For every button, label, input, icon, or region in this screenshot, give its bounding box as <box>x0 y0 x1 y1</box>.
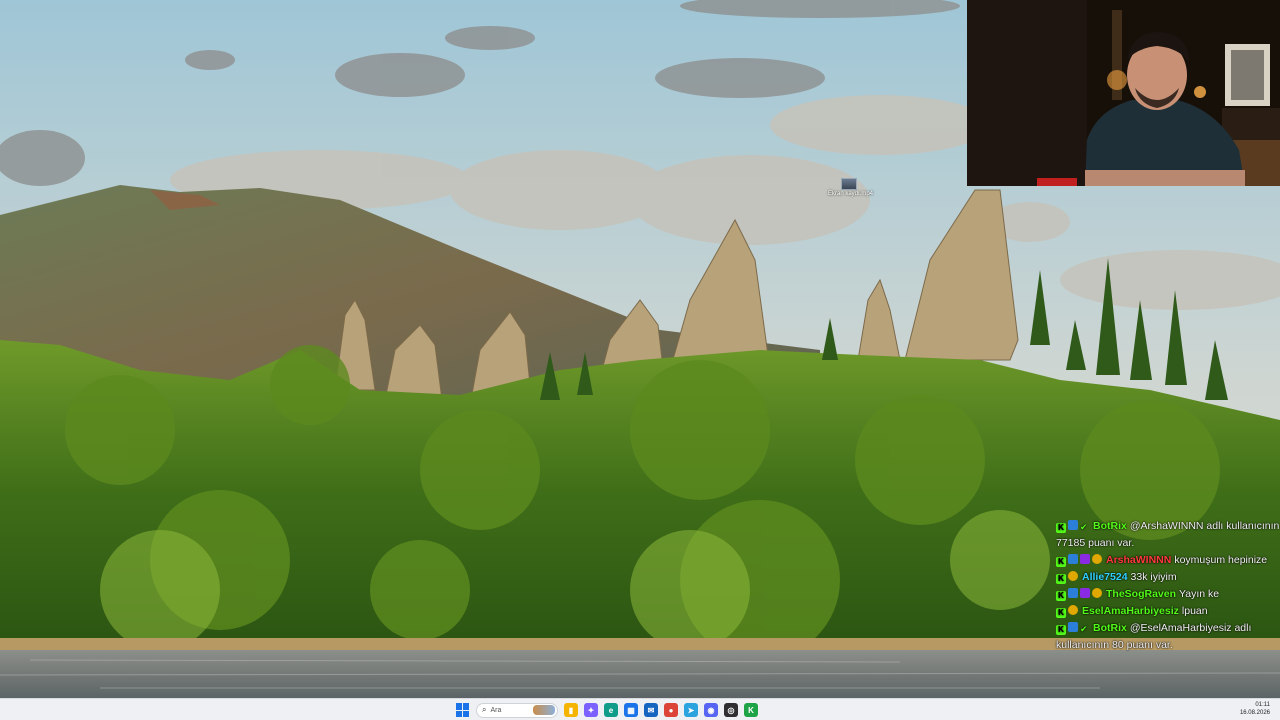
edge-icon[interactable]: e <box>604 703 618 717</box>
discord-icon[interactable]: ◉ <box>704 703 718 717</box>
chat-message-text: lpuan <box>1181 605 1208 617</box>
kick-badge-icon: K <box>1056 557 1066 567</box>
vip-badge-icon <box>1080 554 1090 564</box>
desktop-file-label: Ekran kaydı.mp4 <box>828 191 874 197</box>
chat-message-text: 33k iyiyim <box>1130 571 1177 583</box>
start-button[interactable] <box>456 703 470 717</box>
chat-message: K EselAmaHarbiyesiz lpuan <box>1050 603 1280 620</box>
subscriber-badge-icon <box>1092 588 1102 598</box>
chat-username[interactable]: BotRix <box>1093 520 1127 532</box>
chat-message-text: koymuşum hepinize <box>1174 554 1268 566</box>
kick-badge-icon: K <box>1056 591 1066 601</box>
chat-username[interactable]: ArshaWINNN <box>1106 554 1171 566</box>
desktop-file-icon[interactable]: Ekran kaydı.mp4 <box>828 178 874 197</box>
chat-message: K TheSogRaven Yayın ke <box>1050 586 1280 603</box>
chat-message: K ✔ BotRix @ArshaWINNN adlı kullanıcının 77… <box>1050 518 1280 552</box>
chat-username[interactable]: Allie7524 <box>1082 571 1128 583</box>
bot-badge-icon <box>1068 588 1078 598</box>
kick-badge-icon: K <box>1056 523 1066 533</box>
kick-app-icon[interactable]: K <box>744 703 758 717</box>
chat-username[interactable]: TheSogRaven <box>1106 588 1176 600</box>
store-icon[interactable]: ▦ <box>624 703 638 717</box>
subscriber-badge-icon <box>1068 571 1078 581</box>
chat-username[interactable]: BotRix <box>1093 622 1127 634</box>
system-clock[interactable]: 01:11 16.08.2026 <box>1240 701 1270 717</box>
chat-message: K ✔ BotRix @EselAmaHarbiyesiz adlı kullanıc… <box>1050 620 1280 654</box>
verified-badge-icon: ✔ <box>1080 522 1088 532</box>
taskbar-center: ⌕ Ara ▮ ✦ e ▦ ✉ ● ➤ ◉ ◎ K <box>456 702 758 718</box>
search-highlight-icon <box>533 705 555 715</box>
verified-badge-icon: ✔ <box>1080 624 1088 634</box>
file-explorer-icon[interactable]: ▮ <box>564 703 578 717</box>
chrome-icon[interactable]: ● <box>664 703 678 717</box>
bot-badge-icon <box>1068 622 1078 632</box>
copilot-icon[interactable]: ✦ <box>584 703 598 717</box>
chat-message-text: @ArshaWINNN adlı kullanıcının 77185 puan… <box>1056 520 1280 549</box>
clock-time: 01:11 <box>1255 702 1270 708</box>
chat-message: K ArshaWINNN koymuşum hepinize <box>1050 552 1280 569</box>
bot-badge-icon <box>1068 520 1078 530</box>
chat-message: K Allie7524 33k iyiyim <box>1050 569 1280 586</box>
stream-chat-overlay: K ✔ BotRix @ArshaWINNN adlı kullanıcının 77… <box>1050 518 1280 698</box>
kick-badge-icon: K <box>1056 574 1066 584</box>
subscriber-badge-icon <box>1068 605 1078 615</box>
clock-date: 16.08.2026 <box>1239 710 1270 716</box>
telegram-icon[interactable]: ➤ <box>684 703 698 717</box>
streamer-webcam-feed <box>967 0 1280 186</box>
search-placeholder: Ara <box>490 706 502 714</box>
subscriber-badge-icon <box>1092 554 1102 564</box>
chat-message-text: Yayın ke <box>1179 588 1220 600</box>
search-icon: ⌕ <box>482 705 487 714</box>
screen-recording-icon <box>841 178 857 190</box>
chat-username[interactable]: EselAmaHarbiyesiz <box>1082 605 1179 617</box>
bot-badge-icon <box>1068 554 1078 564</box>
mail-icon[interactable]: ✉ <box>644 703 658 717</box>
kick-badge-icon: K <box>1056 625 1066 635</box>
pinned-apps: ▮ ✦ e ▦ ✉ ● ➤ ◉ ◎ K <box>564 703 758 717</box>
obs-icon[interactable]: ◎ <box>724 703 738 717</box>
kick-badge-icon: K <box>1056 608 1066 618</box>
vip-badge-icon <box>1080 588 1090 598</box>
taskbar: ⌕ Ara ▮ ✦ e ▦ ✉ ● ➤ ◉ ◎ K 01:11 16.08.2026 <box>0 698 1280 720</box>
taskbar-search-box[interactable]: ⌕ Ara <box>476 702 558 718</box>
